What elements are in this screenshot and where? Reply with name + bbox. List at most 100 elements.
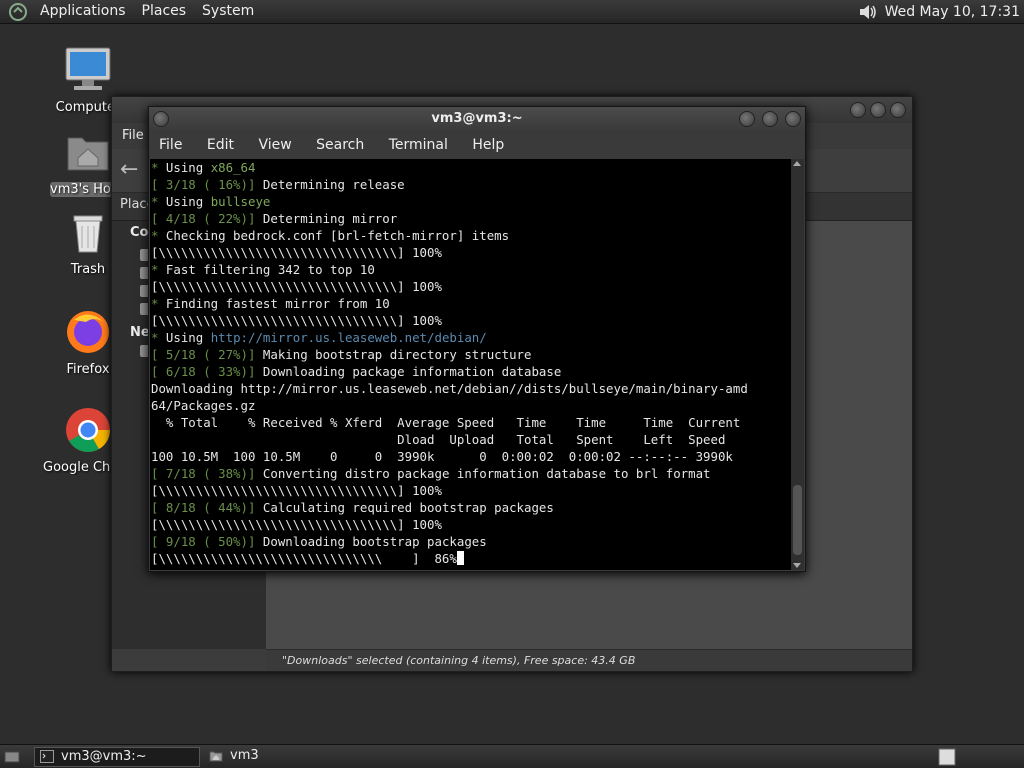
- terminal-line: * Using http://mirror.us.leaseweb.net/de…: [151, 329, 791, 346]
- terminal-text: *: [151, 296, 166, 311]
- minimize-button[interactable]: [739, 111, 755, 127]
- terminal-line: Downloading http://mirror.us.leaseweb.ne…: [151, 380, 791, 397]
- menu-help[interactable]: Help: [462, 131, 514, 153]
- computer-icon: [65, 47, 111, 90]
- terminal-text: [ 7/18 ( 38%)]: [151, 466, 263, 481]
- terminal-line: [ 9/18 ( 50%)] Downloading bootstrap pac…: [151, 533, 791, 550]
- taskbar-item-label: vm3@vm3:~: [61, 749, 147, 764]
- terminal-text: 64/Packages.gz: [151, 398, 256, 413]
- terminal-text: Determining release: [262, 177, 405, 192]
- distro-logo-icon[interactable]: [8, 2, 28, 22]
- status-bar: "Downloads" selected (containing 4 items…: [266, 649, 912, 671]
- terminal-text: [ 3/18 ( 16%)]: [151, 177, 263, 192]
- terminal-line: Dload Upload Total Spent Left Speed: [151, 431, 791, 448]
- scroll-down-arrow-icon[interactable]: [793, 563, 801, 568]
- terminal-text: x86_64: [210, 160, 256, 175]
- scrollbar-thumb[interactable]: [793, 485, 802, 555]
- terminal-text: *: [151, 194, 166, 209]
- terminal-text: bullseye: [210, 194, 271, 209]
- terminal-line: [ 7/18 ( 38%)] Converting distro package…: [151, 465, 791, 482]
- close-button[interactable]: [785, 111, 801, 127]
- terminal-text: Calculating required bootstrap packages: [262, 500, 554, 515]
- terminal-line: [ 8/18 ( 44%)] Calculating required boot…: [151, 499, 791, 516]
- terminal-text: % Total % Received % Xferd Average Speed…: [151, 415, 741, 430]
- terminal-text: Downloading http://mirror.us.leaseweb.ne…: [151, 381, 748, 396]
- clock[interactable]: Wed May 10, 17:31: [885, 4, 1020, 20]
- workspace-switcher-icon[interactable]: [938, 748, 956, 766]
- taskbar-item-terminal[interactable]: vm3@vm3:~: [34, 747, 200, 767]
- terminal-line: [ 3/18 ( 16%)] Determining release: [151, 176, 791, 193]
- terminal-line: [ 4/18 ( 22%)] Determining mirror: [151, 210, 791, 227]
- terminal-text: Converting distro package information da…: [262, 466, 711, 481]
- maximize-button[interactable]: [870, 102, 886, 118]
- menu-file[interactable]: File: [149, 131, 192, 153]
- terminal-line: 100 10.5M 100 10.5M 0 0 3990k 0 0:00:02 …: [151, 448, 791, 465]
- terminal-output[interactable]: * Using x86_64[ 3/18 ( 16%)] Determining…: [150, 159, 791, 570]
- terminal-text: [\\\\\\\\\\\\\\\\\\\\\\\\\\\\\\\\] 100%: [151, 517, 442, 532]
- menu-view[interactable]: View: [248, 131, 301, 153]
- speaker-icon[interactable]: [857, 2, 879, 22]
- terminal-line: [\\\\\\\\\\\\\\\\\\\\\\\\\\\\\\\\] 100%: [151, 244, 791, 261]
- chrome-icon: [66, 408, 110, 452]
- terminal-line: 64/Packages.gz: [151, 397, 791, 414]
- maximize-button[interactable]: [762, 111, 778, 127]
- show-desktop-icon[interactable]: [4, 749, 20, 765]
- terminal-text: Finding fastest mirror from 10: [165, 296, 390, 311]
- terminal-text: Downloading package information database: [262, 364, 562, 379]
- terminal-text: [\\\\\\\\\\\\\\\\\\\\\\\\\\\\\\\\] 100%: [151, 245, 442, 260]
- desktop-icon-label: vm3's Home: [50, 182, 118, 197]
- terminal-window[interactable]: vm3@vm3:~ File Edit View Search Terminal…: [148, 106, 806, 572]
- terminal-cursor: [456, 551, 464, 565]
- bottom-panel: vm3@vm3:~ vm3: [0, 744, 1024, 768]
- back-arrow-icon[interactable]: ←: [120, 159, 144, 183]
- terminal-text: [\\\\\\\\\\\\\\\\\\\\\\\\\\\\\\\\] 100%: [151, 313, 442, 328]
- firefox-icon: [67, 311, 109, 353]
- taskbar-item-file-manager[interactable]: vm3: [204, 747, 324, 767]
- terminal-text: Dload Upload Total Spent Left Speed: [151, 432, 726, 447]
- terminal-text: Downloading bootstrap packages: [262, 534, 487, 549]
- terminal-menubar: File Edit View Search Terminal Help: [149, 131, 805, 159]
- terminal-line: [\\\\\\\\\\\\\\\\\\\\\\\\\\\\\\\\] 100%: [151, 516, 791, 533]
- trash-icon: [73, 215, 103, 253]
- terminal-text: [\\\\\\\\\\\\\\\\\\\\\\\\\\\\\\ ] 86%: [151, 551, 457, 566]
- terminal-text: Using: [165, 330, 211, 345]
- window-title: vm3@vm3:~: [431, 111, 523, 126]
- terminal-text: *: [151, 330, 166, 345]
- menu-system[interactable]: System: [194, 0, 262, 24]
- terminal-line: * Using bullseye: [151, 193, 791, 210]
- terminal-line: * Checking bedrock.conf [brl-fetch-mirro…: [151, 227, 791, 244]
- terminal-line: [\\\\\\\\\\\\\\\\\\\\\\\\\\\\\\ ] 86%: [151, 550, 791, 567]
- terminal-icon: [40, 750, 54, 763]
- minimize-button[interactable]: [850, 102, 866, 118]
- terminal-text: *: [151, 228, 166, 243]
- terminal-line: * Fast filtering 342 to top 10: [151, 261, 791, 278]
- menu-places[interactable]: Places: [134, 0, 195, 24]
- menu-terminal[interactable]: Terminal: [379, 131, 458, 153]
- terminal-text: [\\\\\\\\\\\\\\\\\\\\\\\\\\\\\\\\] 100%: [151, 279, 442, 294]
- terminal-scrollbar[interactable]: [791, 159, 804, 570]
- terminal-text: http://mirror.us.leaseweb.net/debian/: [210, 330, 487, 345]
- terminal-text: [ 8/18 ( 44%)]: [151, 500, 263, 515]
- menu-search[interactable]: Search: [306, 131, 374, 153]
- terminal-text: Determining mirror: [262, 211, 398, 226]
- terminal-text: Fast filtering 342 to top 10: [165, 262, 375, 277]
- terminal-text: [ 5/18 ( 27%)]: [151, 347, 263, 362]
- top-panel: Applications Places System Wed May 10, 1…: [0, 0, 1024, 24]
- terminal-line: [\\\\\\\\\\\\\\\\\\\\\\\\\\\\\\\\] 100%: [151, 312, 791, 329]
- scroll-up-arrow-icon[interactable]: [793, 161, 801, 166]
- terminal-text: [ 6/18 ( 33%)]: [151, 364, 263, 379]
- terminal-line: * Finding fastest mirror from 10: [151, 295, 791, 312]
- terminal-line: % Total % Received % Xferd Average Speed…: [151, 414, 791, 431]
- terminal-text: [\\\\\\\\\\\\\\\\\\\\\\\\\\\\\\\\] 100%: [151, 483, 442, 498]
- terminal-text: *: [151, 262, 166, 277]
- close-button[interactable]: [890, 102, 906, 118]
- terminal-text: Using: [165, 160, 211, 175]
- menu-applications[interactable]: Applications: [32, 0, 134, 24]
- terminal-line: [\\\\\\\\\\\\\\\\\\\\\\\\\\\\\\\\] 100%: [151, 278, 791, 295]
- taskbar-item-label: vm3: [230, 748, 259, 763]
- home-folder-icon: [209, 751, 223, 762]
- terminal-titlebar[interactable]: vm3@vm3:~: [149, 107, 805, 131]
- menu-edit[interactable]: Edit: [197, 131, 244, 153]
- terminal-line: [ 5/18 ( 27%)] Making bootstrap director…: [151, 346, 791, 363]
- terminal-text: *: [151, 160, 166, 175]
